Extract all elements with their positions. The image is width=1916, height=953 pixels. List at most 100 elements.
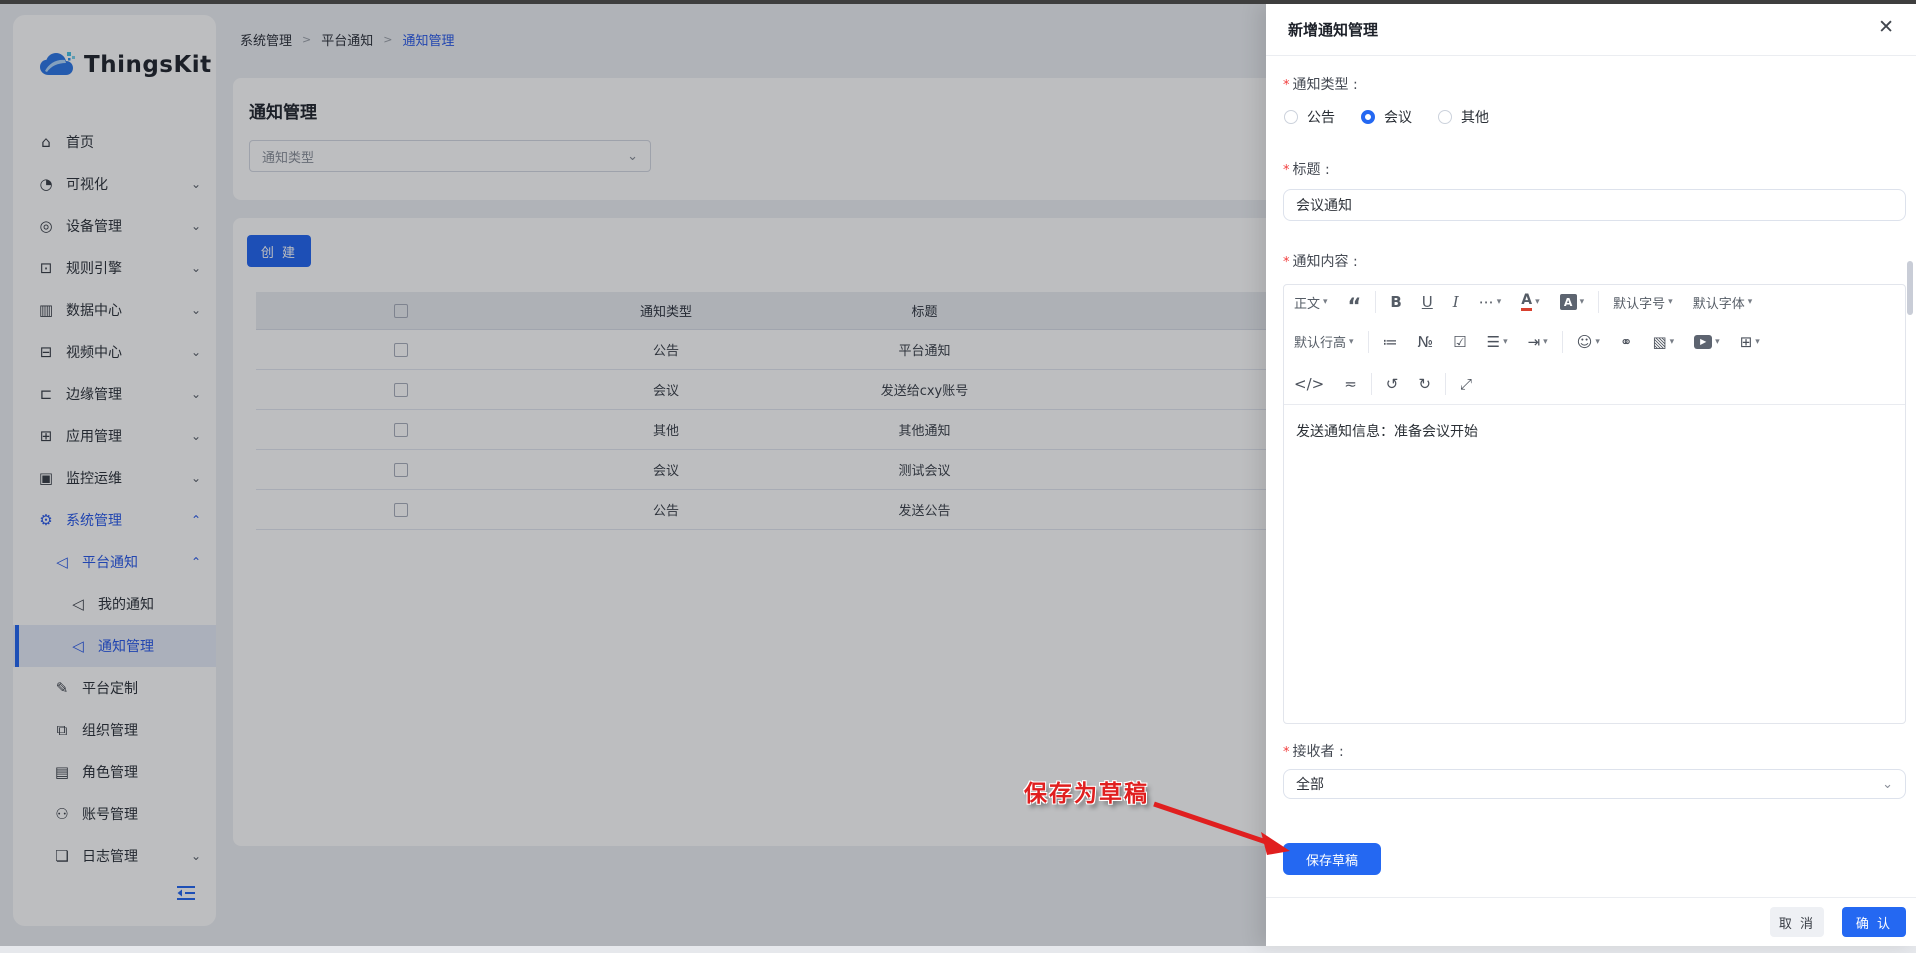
font-size-label: 默认字号 [1613,293,1665,312]
video-icon: ▶ [1694,335,1712,349]
table-button[interactable]: ⊞▾ [1740,333,1760,351]
blockquote-button[interactable]: “ [1348,297,1362,307]
redo-button[interactable]: ↻ [1418,375,1431,393]
caret-down-icon: ▾ [1543,337,1548,347]
drawer-title: 新增通知管理 [1288,19,1378,40]
content-label: *通知内容 : [1283,251,1358,271]
font-family-label: 默认字体 [1693,293,1745,312]
title-input[interactable]: 会议通知 [1283,189,1906,221]
link-button[interactable]: ⚭ [1620,333,1633,351]
receiver-select-value: 全部 [1296,774,1324,794]
caret-down-icon: ▾ [1503,337,1508,347]
app-root: ThingsKit ⌂首页◔可视化⌄◎设备管理⌄⊡规则引擎⌄▥数据中心⌄⊟视频中… [0,0,1916,953]
fullscreen-button[interactable]: ⤢ [1460,375,1472,393]
indent-icon: ⇥ [1528,333,1541,351]
confirm-button[interactable]: 确 认 [1842,907,1906,937]
title-label: *标题 : [1283,159,1330,179]
toolbar-group-divider [1598,291,1599,313]
horizontal-rule-button[interactable]: ≂ [1344,375,1357,393]
caret-down-icon: ▾ [1595,337,1600,347]
more-styles-icon: ⋯ [1479,293,1494,311]
task-list-button[interactable]: ☑ [1453,333,1466,351]
caret-down-icon: ▾ [1668,297,1673,307]
font-size-button[interactable]: 默认字号▾ [1613,293,1673,312]
required-asterisk: * [1283,255,1290,270]
toolbar-group: 正文▾ “ [1294,293,1361,312]
radio-unselected-icon [1284,110,1298,124]
paragraph-style-label: 正文 [1294,293,1320,312]
video-button[interactable]: ▶▾ [1694,335,1720,349]
font-color-button[interactable]: A▾ [1521,293,1539,311]
font-family-button[interactable]: 默认字体▾ [1693,293,1753,312]
link-icon: ⚭ [1620,333,1633,351]
toolbar-group-divider [1375,291,1376,313]
bottom-strip [0,946,1916,953]
toolbar-group: </> ≂ [1294,375,1357,393]
close-icon[interactable]: ✕ [1878,18,1894,37]
drawer-footer: 取 消 确 认 [1266,897,1916,946]
annotation-arrow [1140,796,1300,860]
numbered-list-icon: № [1418,333,1434,351]
toolbar-group: 默认字号▾默认字体▾ [1613,293,1752,312]
line-height-button[interactable]: 默认行高▾ [1294,332,1354,351]
task-list-icon: ☑ [1453,333,1466,351]
caret-down-icon: ▾ [1580,297,1585,307]
editor-toolbar-row: 默认行高▾≔№☑☰▾⇥▾☺▾⚭▧▾▶▾⊞▾ [1284,319,1905,364]
blockquote-icon: “ [1348,301,1362,311]
radio-其他[interactable]: 其他 [1438,107,1489,127]
image-icon: ▧ [1652,333,1666,351]
emoji-button[interactable]: ☺▾ [1577,333,1600,351]
notice-type-radio-group: 公告 会议 其他 [1284,107,1489,127]
code-view-button[interactable]: </> [1294,375,1324,393]
radio-公告[interactable]: 公告 [1284,107,1335,127]
receiver-label: *接收者 : [1283,741,1344,761]
rich-text-editor: 正文▾“BUI⋯▾A▾A▾默认字号▾默认字体▾默认行高▾≔№☑☰▾⇥▾☺▾⚭▧▾… [1283,284,1906,724]
horizontal-rule-icon: ≂ [1344,375,1357,393]
bold-icon: B [1390,293,1401,311]
editor-toolbar-row: </>≂↺↻⤢ [1284,364,1905,404]
emoji-icon: ☺ [1577,333,1593,351]
radio-会议[interactable]: 会议 [1361,107,1412,127]
numbered-list-button[interactable]: № [1418,333,1434,351]
highlight-color-button[interactable]: A▾ [1560,294,1585,310]
underline-button[interactable]: U [1422,293,1433,311]
editor-toolbar: 正文▾“BUI⋯▾A▾A▾默认字号▾默认字体▾默认行高▾≔№☑☰▾⇥▾☺▾⚭▧▾… [1284,285,1905,404]
receiver-select[interactable]: 全部 ⌄ [1283,769,1906,799]
add-notice-drawer: 新增通知管理 ✕ *通知类型 : 公告 会议 其他 *标题 : 会议通知 *通知内容… [1266,4,1916,946]
toolbar-group: ↺↻ [1386,375,1431,393]
radio-label: 其他 [1461,107,1489,127]
underline-icon: U [1422,293,1433,311]
cancel-button[interactable]: 取 消 [1770,907,1824,937]
caret-down-icon: ▾ [1323,297,1328,307]
notice-type-label: *通知类型 : [1283,74,1358,94]
drawer-scrollbar[interactable] [1907,261,1913,315]
toolbar-group-divider [1371,373,1372,395]
indent-button[interactable]: ⇥▾ [1528,333,1548,351]
paragraph-style-button[interactable]: 正文▾ [1294,293,1328,312]
editor-content[interactable]: 发送通知信息：准备会议开始 [1284,404,1905,725]
bullet-list-icon: ≔ [1383,333,1398,351]
bold-button[interactable]: B [1390,293,1401,311]
required-asterisk: * [1283,78,1290,93]
chevron-down-icon: ⌄ [1882,777,1893,792]
undo-button[interactable]: ↺ [1386,375,1399,393]
table-icon: ⊞ [1740,333,1753,351]
toolbar-group-divider [1445,373,1446,395]
align-button[interactable]: ☰▾ [1487,333,1508,351]
toolbar-group: BUI⋯▾A▾A▾ [1390,293,1584,311]
bullet-list-button[interactable]: ≔ [1383,333,1398,351]
code-view-icon: </> [1294,375,1324,393]
caret-down-icon: ▾ [1670,337,1675,347]
drawer-header: 新增通知管理 ✕ [1266,4,1916,56]
caret-down-icon: ▾ [1715,337,1720,347]
toolbar-group-divider [1562,331,1563,353]
redo-icon: ↻ [1418,375,1431,393]
align-icon: ☰ [1487,333,1500,351]
more-styles-button[interactable]: ⋯▾ [1479,293,1502,311]
caret-down-icon: ▾ [1349,337,1354,347]
italic-button[interactable]: I [1453,293,1459,311]
radio-unselected-icon [1438,110,1452,124]
toolbar-group: ☺▾⚭▧▾▶▾⊞▾ [1577,333,1760,351]
toolbar-group: ⤢ [1460,375,1472,393]
image-button[interactable]: ▧▾ [1652,333,1674,351]
